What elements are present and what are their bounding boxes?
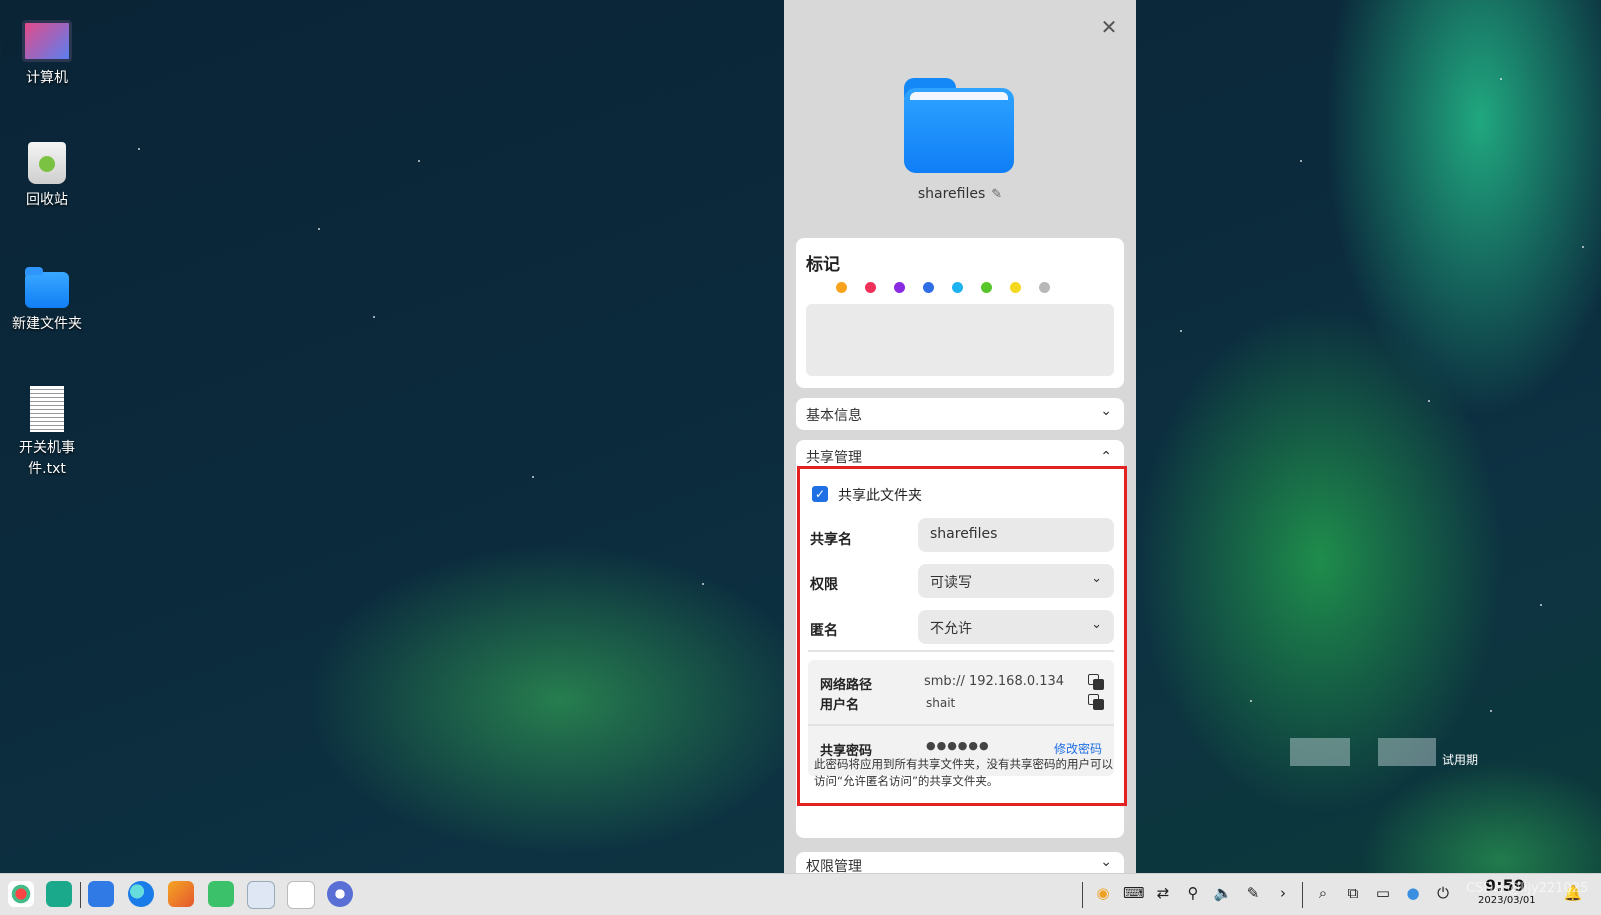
settings-icon[interactable] [327,881,353,907]
trash-icon [28,142,66,184]
username-value: shait [926,696,956,710]
desktop-icon-text-file[interactable]: 开关机事件.txt [2,386,92,480]
copy-path-icon[interactable] [1088,674,1104,690]
permission-management-section[interactable]: 权限管理 ⌄ [796,852,1124,873]
watermark-logo [1290,738,1350,766]
tag-color-dot[interactable] [952,282,963,293]
basic-info-section[interactable]: 基本信息 ⌄ [796,398,1124,430]
chevron-down-icon: ⌄ [1091,571,1102,586]
desktop-icon-computer[interactable]: 计算机 [2,20,92,89]
tag-color-dot[interactable] [1039,282,1050,293]
tags-card: 标记 [796,238,1124,388]
share-password-note: 此密码将应用到所有共享文件夹，没有共享密码的用户可以访问“允许匿名访问”的共享文… [814,757,1113,788]
close-button[interactable]: ✕ [1098,16,1120,38]
chevron-down-icon: ⌄ [1091,617,1102,632]
input-method-icon[interactable]: ▭ [1373,884,1393,902]
photos-icon[interactable] [168,881,194,907]
music-icon[interactable] [208,881,234,907]
watermark-logo [1378,738,1436,766]
keyboard-icon[interactable]: ⌨ [1123,884,1145,902]
tags-title: 标记 [806,255,840,275]
chevron-up-icon: ⌃ [1100,449,1112,465]
copy-username-icon[interactable] [1088,694,1104,710]
volume-icon[interactable]: 🔈 [1213,884,1233,902]
expand-tray-icon[interactable]: › [1273,884,1293,902]
browser-icon[interactable] [128,881,154,907]
usb-icon[interactable]: ⚲ [1183,884,1203,902]
tag-color-dot[interactable] [1010,282,1021,293]
network-path-value: smb:// 192.168.0.134 [924,674,1065,689]
pen-icon[interactable]: ✎ [1243,884,1263,902]
tag-color-dot[interactable] [865,282,876,293]
tag-color-dot[interactable] [981,282,992,293]
multitask-icon[interactable] [46,881,72,907]
app-store-icon[interactable] [88,881,114,907]
screenshot-icon[interactable]: ⧉ [1343,884,1363,902]
launcher-icon[interactable] [8,881,34,907]
trial-label: 试用期 [1442,753,1479,767]
tag-color-dot[interactable] [894,282,905,293]
tag-input-area[interactable] [806,304,1114,376]
permission-select[interactable]: 可读写 ⌄ [918,564,1114,598]
tag-color-dot[interactable] [923,282,934,293]
search-icon[interactable]: ⌕ [1313,884,1333,902]
desktop-icon-new-folder[interactable]: 新建文件夹 [2,267,92,335]
close-icon: ✕ [1100,15,1118,39]
folder-large-icon [904,78,1014,173]
csdn-watermark: CSDN @lijy221025 [1466,881,1589,896]
assistant-icon[interactable]: ● [1403,884,1423,902]
calendar-icon[interactable] [287,881,315,909]
folder-properties-panel: ✕ sharefiles ✎ 标记 基本信息 ⌄ 共享管理 ⌃ ✓ 共享此文件夹 … [784,0,1136,873]
chevron-down-icon: ⌄ [1100,403,1112,419]
tag-color-dot[interactable] [836,282,847,293]
taskbar: ◉ ⌨ ⇄ ⚲ 🔈 ✎ › ⌕ ⧉ ▭ ● ⏻ 9:59 2023/03/01 … [0,873,1601,915]
share-management-body: ✓ 共享此文件夹 共享名 sharefiles 权限 可读写 ⌄ 匿名 不允许 … [796,466,1124,838]
desktop-icon-trash[interactable]: 回收站 [2,142,92,211]
anonymous-select[interactable]: 不允许 ⌄ [918,610,1114,644]
folder-name: sharefiles ✎ [917,186,1003,202]
chevron-down-icon: ⌄ [1100,854,1112,870]
change-password-link[interactable]: 修改密码 [1054,740,1102,757]
password-value: ●●●●●● [926,739,990,752]
divider [808,650,1114,652]
update-icon[interactable]: ◉ [1093,884,1113,902]
network-icon[interactable]: ⇄ [1153,884,1173,902]
folder-icon [25,267,69,308]
computer-icon [22,20,72,62]
power-icon[interactable]: ⏻ [1433,884,1453,902]
text-file-icon [30,386,64,432]
share-name-input[interactable]: sharefiles [918,518,1114,552]
tag-color-picker [836,282,1050,293]
edit-name-icon[interactable]: ✎ [991,187,1002,202]
docs-icon[interactable] [247,881,275,909]
share-folder-checkbox[interactable]: ✓ [812,486,828,502]
